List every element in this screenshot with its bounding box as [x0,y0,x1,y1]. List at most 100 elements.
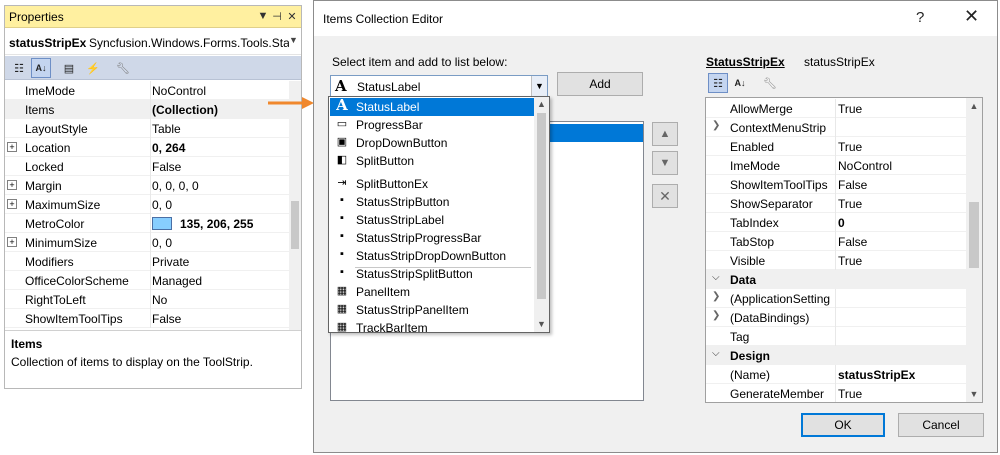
move-up-button[interactable]: ▲ [652,122,678,146]
dropdown-item[interactable]: ▦ StatusStripPanelItem [330,301,534,319]
chevron-down-icon[interactable]: ▼ [289,35,298,45]
property-grid-scrollbar[interactable] [289,81,301,330]
chevron-up-icon[interactable]: ▲ [534,97,549,112]
chevron-down-icon[interactable]: ▼ [966,386,982,402]
expand-icon[interactable]: + [7,142,17,152]
property-row[interactable]: ImeMode NoControl [5,81,289,100]
item-property-scrollbar[interactable]: ▲ ▼ [966,98,982,402]
dropdown-item[interactable]: ▭ ProgressBar [330,116,534,134]
window-menu-icon[interactable]: ▼ [257,10,269,22]
property-row[interactable]: TabIndex 0 [706,213,966,232]
remove-button[interactable]: ✕ [652,184,678,208]
property-row[interactable]: + MinimumSize 0, 0 [5,233,289,252]
dropdown-item[interactable]: ▦ TrackBarItem [330,319,534,332]
property-value[interactable]: NoControl [838,159,964,173]
property-row[interactable]: Tag [706,327,966,346]
property-value[interactable]: True [838,254,964,268]
property-value[interactable]: No [152,293,289,307]
categorized-icon[interactable]: ☷ [9,58,29,78]
property-row[interactable]: TabStop False [706,232,966,251]
property-row[interactable]: ❯ ContextMenuStrip [706,118,966,137]
close-icon[interactable]: ✕ [286,10,298,23]
property-row[interactable]: RightToLeft No [5,290,289,309]
property-value[interactable]: 0, 0, 0, 0 [152,179,289,193]
cancel-button[interactable]: Cancel [898,413,984,437]
property-value[interactable]: 0, 264 [152,141,289,155]
events-icon[interactable]: ⚡ [83,58,103,78]
property-row[interactable]: ShowSeparator True [706,194,966,213]
category-row[interactable]: ⌵ Data [706,270,966,289]
property-row[interactable]: ❯ (DataBindings) [706,308,966,327]
chevron-down-icon[interactable]: ⌵ [712,272,720,283]
property-row[interactable]: ShowItemToolTips False [706,175,966,194]
move-down-button[interactable]: ▼ [652,151,678,175]
property-row[interactable]: ShowItemToolTips False [5,309,289,328]
categorized-icon[interactable]: ☷ [708,73,728,93]
chevron-down-icon[interactable]: ▼ [534,317,549,332]
category-row[interactable]: ⌵ Design [706,346,966,365]
property-value[interactable]: statusStripEx [838,368,964,382]
expand-icon[interactable]: + [7,199,17,209]
property-row[interactable]: OfficeColorScheme Managed [5,271,289,290]
property-value[interactable]: Table [152,122,289,136]
dropdown-scrollbar[interactable]: ▲ ▼ [534,97,549,332]
item-type-dropdown-list[interactable]: ▦ TrackBarItem ▦ StatusStripPanelItem ▦ Panel… [328,96,550,333]
chevron-right-icon[interactable]: ❯ [712,120,720,131]
property-value[interactable]: 0, 0 [152,236,289,250]
property-value[interactable]: 0 [838,216,964,230]
scrollbar-thumb[interactable] [291,201,299,249]
property-row[interactable]: Enabled True [706,137,966,156]
pin-icon[interactable]: ⊣ [271,10,283,23]
property-value[interactable]: False [152,312,289,326]
property-value[interactable]: False [152,160,289,174]
dropdown-item[interactable]: ▪ StatusStripDropDownButton [330,247,534,265]
property-row[interactable]: (Name) statusStripEx [706,365,966,384]
chevron-right-icon[interactable]: ❯ [712,291,720,302]
dropdown-item[interactable]: ▦ PanelItem [330,283,534,301]
property-row[interactable]: ❯ (ApplicationSetting [706,289,966,308]
dropdown-item[interactable]: A StatusLabel [330,97,534,116]
property-value[interactable]: True [838,102,964,116]
property-row[interactable]: + Location 0, 264 [5,138,289,157]
dropdown-item[interactable]: ◧ SplitButton [330,152,534,170]
expand-icon[interactable]: + [7,180,17,190]
property-value[interactable]: Private [152,255,289,269]
alphabetical-icon[interactable]: A↓ [730,73,750,93]
dropdown-item[interactable]: ▪ StatusStripLabel [330,211,534,229]
property-value[interactable]: False [838,235,964,249]
dropdown-item[interactable]: ⇥ SplitButtonEx [330,175,534,193]
property-row[interactable]: + MaximumSize 0, 0 [5,195,289,214]
property-row[interactable]: MetroColor 135, 206, 255 [5,214,289,233]
property-row[interactable]: AllowMerge True [706,99,966,118]
chevron-down-icon[interactable]: ⌵ [712,348,720,359]
dropdown-item[interactable]: ▣ DropDownButton [330,134,534,152]
property-value[interactable]: False [838,178,964,192]
wrench-icon[interactable]: 🔧︎ [760,73,780,93]
property-row[interactable]: Locked False [5,157,289,176]
help-icon[interactable]: ? [916,9,924,26]
scrollbar-thumb[interactable] [537,113,546,299]
expand-icon[interactable]: + [7,237,17,247]
chevron-down-icon[interactable]: ▼ [531,76,547,96]
close-icon[interactable]: ✕ [964,6,979,27]
property-row[interactable]: LayoutStyle Table [5,119,289,138]
chevron-right-icon[interactable]: ❯ [712,310,720,321]
property-value[interactable]: True [838,197,964,211]
property-row[interactable]: Visible True [706,251,966,270]
wrench-icon[interactable]: 🔧︎ [113,58,133,78]
scrollbar-thumb[interactable] [969,202,979,268]
add-button[interactable]: Add [557,72,643,96]
ok-button[interactable]: OK [801,413,885,437]
property-value[interactable]: Managed [152,274,289,288]
dropdown-item[interactable]: ▪ StatusStripProgressBar [330,229,534,247]
chevron-up-icon[interactable]: ▲ [966,98,982,114]
alphabetical-icon[interactable]: A↓ [31,58,51,78]
property-value[interactable]: 0, 0 [152,198,289,212]
property-value[interactable]: True [838,140,964,154]
property-row[interactable]: ImeMode NoControl [706,156,966,175]
property-pages-icon[interactable]: ▤ [59,58,79,78]
property-value[interactable]: True [838,387,964,401]
item-type-combobox[interactable]: A StatusLabel ▼ [330,75,548,97]
property-row[interactable]: + Margin 0, 0, 0, 0 [5,176,289,195]
property-value[interactable]: 135, 206, 255 [152,217,289,231]
